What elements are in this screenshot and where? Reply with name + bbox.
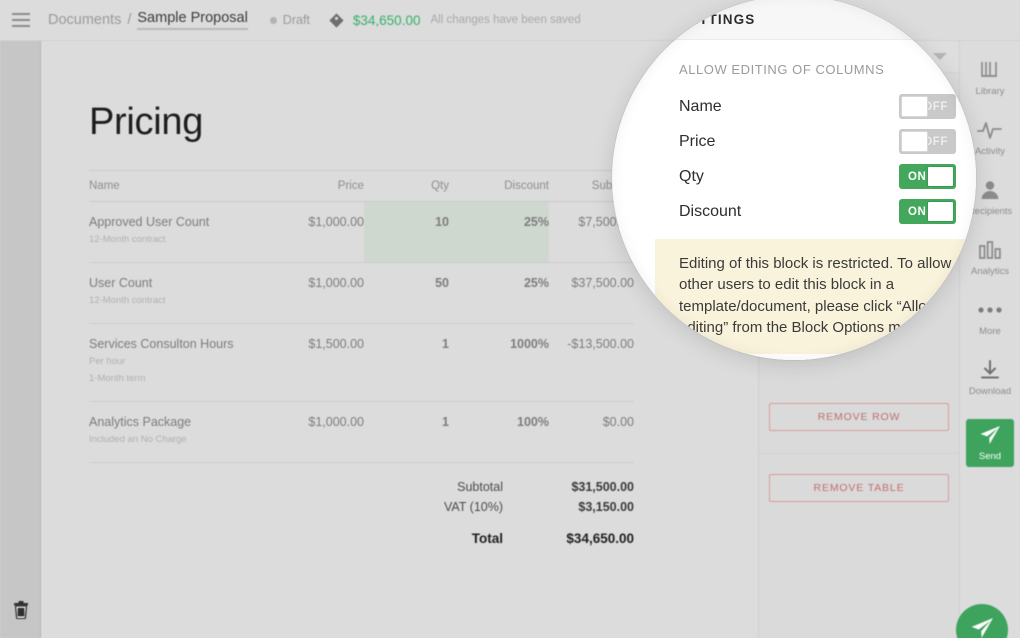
- breadcrumb-separator: /: [127, 12, 132, 28]
- save-state-text: All changes have been saved: [430, 14, 581, 26]
- chevron-down-icon[interactable]: [942, 16, 956, 23]
- settings-panel-title: SETTINGS: [679, 12, 756, 27]
- row-qty[interactable]: 10: [364, 201, 449, 263]
- row-name: Analytics Package: [89, 415, 192, 430]
- status-dot-icon: [269, 16, 277, 24]
- toggle-knob: [927, 201, 954, 222]
- setting-label: Price: [679, 132, 716, 150]
- toggle-price-column[interactable]: OFF: [899, 129, 956, 154]
- totals-row-subtotal: Subtotal $31,500.00: [444, 477, 634, 497]
- setting-row-discount: Discount ON: [655, 194, 976, 229]
- row-name-cell: Services Consulton Hours Per hour 1-Mont…: [89, 323, 254, 403]
- paper-plane-icon: [979, 425, 1001, 450]
- row-price: $1,000.00: [254, 201, 364, 263]
- row-qty[interactable]: 1: [364, 401, 449, 463]
- table-row[interactable]: Analytics Package Included an No Charge …: [89, 401, 634, 463]
- grand-total-label: Total: [471, 530, 503, 546]
- toggle-knob: [927, 166, 954, 187]
- rail-label: Download: [968, 386, 1012, 397]
- row-name: User Count: [89, 275, 153, 290]
- row-price: $1,000.00: [254, 262, 364, 324]
- document-amount: $34,650.00: [352, 12, 421, 28]
- row-discount[interactable]: 100%: [449, 401, 549, 463]
- row-name: Approved User Count: [89, 215, 210, 229]
- row-section-header[interactable]: ROW: [655, 354, 976, 360]
- row-subline: 1-Month term: [89, 373, 146, 385]
- row-subline: Included an No Charge: [89, 434, 187, 446]
- setting-label: Qty: [679, 167, 704, 185]
- toggle-state-text: ON: [908, 205, 927, 218]
- setting-row-name: Name OFF: [655, 89, 976, 124]
- row-subline: Per hour: [89, 355, 126, 367]
- toggle-discount-column[interactable]: ON: [899, 199, 956, 224]
- totals-label: VAT (10%): [443, 499, 503, 514]
- magnified-row-section: ROW: [655, 354, 976, 360]
- toggle-knob: [901, 96, 928, 117]
- row-qty[interactable]: 50: [364, 262, 449, 324]
- col-header-name: Name: [89, 170, 254, 202]
- row-subtotal: -$13,500.00: [549, 323, 634, 403]
- setting-label: Discount: [679, 202, 742, 220]
- totals-block: Subtotal $31,500.00 VAT (10%) $3,150.00 …: [89, 477, 634, 549]
- magnifier-lens: SETTINGS ALLOW EDITING OF COLUMNS Name O…: [612, 0, 976, 360]
- row-price: $1,000.00: [254, 401, 364, 463]
- table-header-row: Name Price Qty Discount Subtotal: [89, 170, 634, 202]
- row-name-cell: Approved User Count 12-Month contract: [89, 201, 254, 263]
- setting-row-qty: Qty ON: [655, 159, 976, 194]
- left-rail: [0, 41, 41, 638]
- settings-panel-header[interactable]: SETTINGS: [655, 0, 976, 40]
- trash-icon[interactable]: [13, 601, 29, 624]
- toggle-qty-column[interactable]: ON: [899, 164, 956, 189]
- table-row[interactable]: Approved User Count 12-Month contract $1…: [89, 201, 634, 263]
- paper-plane-icon: [970, 617, 994, 638]
- pricing-table: Name Price Qty Discount Subtotal Approve…: [89, 170, 634, 463]
- row-price: $1,500.00: [254, 323, 364, 403]
- allow-editing-section-label: ALLOW EDITING OF COLUMNS: [679, 62, 885, 77]
- row-subline: 12-Month contract: [89, 234, 166, 245]
- app-root: Documents / Sample Proposal Draft $34,65…: [0, 0, 1020, 638]
- totals-value: $31,500.00: [571, 479, 634, 494]
- remove-table-button[interactable]: REMOVE TABLE: [769, 474, 949, 502]
- breadcrumb-documents[interactable]: Documents: [48, 12, 121, 28]
- totals-label: Subtotal: [457, 479, 503, 494]
- row-discount[interactable]: 25%: [449, 262, 549, 324]
- remove-row-button[interactable]: REMOVE ROW: [769, 403, 949, 431]
- send-label: Send: [978, 450, 1002, 462]
- toggle-state-text: ON: [908, 170, 927, 183]
- totals-value: $3,150.00: [578, 499, 634, 514]
- compose-fab-button[interactable]: [956, 604, 1008, 638]
- table-row[interactable]: Services Consulton Hours Per hour 1-Mont…: [89, 323, 634, 403]
- download-arrow-icon: [960, 357, 1020, 383]
- grand-total-value: $34,650.00: [566, 530, 634, 546]
- table-row[interactable]: User Count 12-Month contract $1,000.00 5…: [89, 262, 634, 324]
- magnified-settings-panel: SETTINGS ALLOW EDITING OF COLUMNS Name O…: [655, 0, 976, 360]
- row-subline: 12-Month contract: [89, 294, 166, 306]
- status-badge: Draft: [282, 13, 310, 27]
- send-button[interactable]: Send: [966, 419, 1014, 467]
- hamburger-icon[interactable]: [12, 13, 32, 27]
- row-subtotal: $0.00: [549, 401, 634, 463]
- col-header-qty: Qty: [364, 170, 449, 202]
- row-name-cell: Analytics Package Included an No Charge: [89, 401, 254, 463]
- totals-row-grand: Total $34,650.00: [444, 517, 634, 549]
- toggle-name-column[interactable]: OFF: [899, 94, 956, 119]
- setting-row-price: Price OFF: [655, 124, 976, 159]
- row-discount[interactable]: 25%: [449, 201, 549, 263]
- page-title[interactable]: Sample Proposal: [137, 10, 248, 30]
- totals-row-vat: VAT (10%) $3,150.00: [444, 497, 634, 517]
- setting-label: Name: [679, 97, 722, 115]
- col-header-discount: Discount: [449, 170, 549, 202]
- tag-icon: [328, 12, 345, 29]
- row-qty[interactable]: 1: [364, 323, 449, 403]
- restricted-editing-notice: Editing of this block is restricted. To …: [655, 239, 976, 355]
- row-subtotal: $37,500.00: [549, 262, 634, 324]
- row-name-cell: User Count 12-Month contract: [89, 262, 254, 324]
- rail-item-download[interactable]: Download: [960, 357, 1020, 397]
- toggle-knob: [901, 131, 928, 152]
- row-discount[interactable]: 1000%: [449, 323, 549, 403]
- row-name: Services Consulton Hours: [89, 336, 234, 351]
- col-header-price: Price: [254, 170, 364, 202]
- panel-divider: [759, 453, 959, 454]
